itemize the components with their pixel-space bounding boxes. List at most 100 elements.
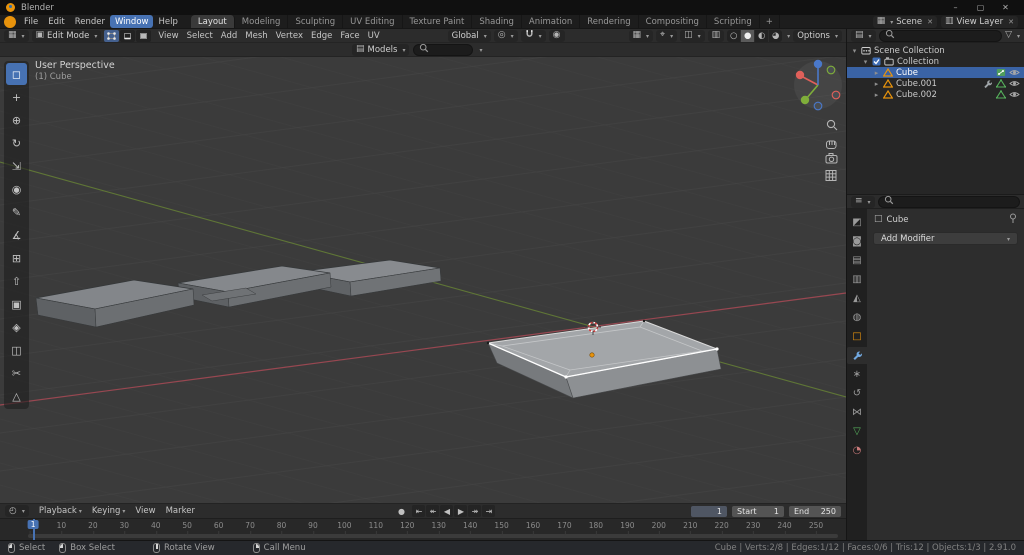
- orthographic-toggle-button[interactable]: [825, 170, 837, 181]
- menu-help[interactable]: Help: [153, 15, 182, 28]
- viewport-menu-edge[interactable]: Edge: [307, 31, 336, 41]
- properties-tab-tool[interactable]: ◩: [847, 214, 867, 231]
- editor-type-button-properties[interactable]: ≡: [851, 195, 875, 208]
- properties-tab-object-data[interactable]: ▽: [847, 423, 867, 440]
- properties-tab-object[interactable]: □: [847, 328, 867, 345]
- shading-solid[interactable]: ●: [741, 29, 755, 42]
- select-mode-face[interactable]: [136, 29, 152, 42]
- transport-jump-to-prev-keyframe[interactable]: ↞: [426, 505, 440, 517]
- shading-material[interactable]: ◐: [755, 29, 769, 42]
- unlink-scene-icon[interactable]: [925, 17, 933, 27]
- auto-keying-toggle[interactable]: ●: [395, 505, 407, 517]
- properties-tab-world[interactable]: ◍: [847, 309, 867, 326]
- properties-tab-constraints[interactable]: ⋈: [847, 404, 867, 421]
- expander-icon[interactable]: ▸: [873, 91, 880, 99]
- workspace-tab-animation[interactable]: Animation: [521, 15, 581, 28]
- viewport-menu-uv[interactable]: UV: [364, 31, 384, 41]
- editor-type-button-outliner[interactable]: ▤: [851, 29, 876, 42]
- properties-search-field[interactable]: [877, 195, 1020, 208]
- workspace-tab-texture-paint[interactable]: Texture Paint: [402, 15, 473, 28]
- maximize-button[interactable]: ▢: [968, 0, 993, 15]
- tool-inset-faces[interactable]: ▣: [6, 293, 27, 315]
- tool-poly-build[interactable]: △: [6, 385, 27, 407]
- editor-type-button-timeline[interactable]: ◴: [5, 505, 29, 517]
- select-mode-edge[interactable]: [120, 29, 136, 42]
- transport-play-reverse[interactable]: ◀: [440, 505, 454, 517]
- tool-measure[interactable]: ∡: [6, 224, 27, 246]
- transport-jump-to-end[interactable]: ⇥: [482, 505, 496, 517]
- viewport-menu-mesh[interactable]: Mesh: [241, 31, 271, 41]
- breadcrumb-object-name[interactable]: Cube: [887, 215, 909, 225]
- tool-loop-cut[interactable]: ◫: [6, 339, 27, 361]
- unlink-view-layer-icon[interactable]: [1006, 17, 1014, 27]
- workspace-tab-shading[interactable]: Shading: [472, 15, 522, 28]
- workspace-tab-modeling[interactable]: Modeling: [234, 15, 289, 28]
- outliner-row-scene-collection[interactable]: ▾ Scene Collection: [847, 45, 1024, 56]
- camera-view-button[interactable]: [825, 153, 838, 164]
- viewport-canvas[interactable]: [0, 57, 846, 503]
- expander-icon[interactable]: ▸: [873, 80, 880, 88]
- hide-toggle-eye-icon[interactable]: [1009, 79, 1020, 88]
- properties-tab-scene[interactable]: ◭: [847, 290, 867, 307]
- navigation-gizmo[interactable]: [794, 59, 842, 111]
- workspace-tab-compositing[interactable]: Compositing: [638, 15, 707, 28]
- menu-file[interactable]: File: [19, 15, 43, 28]
- tool-annotate[interactable]: ✎: [6, 201, 27, 223]
- transform-orientation-selector[interactable]: Global: [447, 29, 491, 42]
- properties-search-input[interactable]: [896, 196, 1014, 207]
- tool-knife[interactable]: ✂: [6, 362, 27, 384]
- timeline-menu-playback[interactable]: Playback: [34, 506, 87, 516]
- proportional-editing-toggle[interactable]: ◉: [548, 29, 565, 42]
- pin-icon[interactable]: [1009, 213, 1017, 227]
- select-mode-vertex[interactable]: [104, 29, 120, 42]
- pivot-point-selector[interactable]: ◎: [493, 29, 518, 42]
- mode-selector[interactable]: ▣ Edit Mode: [31, 29, 102, 42]
- viewport-3d[interactable]: ◻ + ⊕ ↻ ⇲ ◉ ✎ ∡ ⊞ ⇧ ▣ ◈ ◫ ✂ △ User Perspective (1) Cub…: [0, 57, 846, 503]
- add-workspace-button[interactable]: +: [759, 15, 780, 28]
- options-menu[interactable]: Options: [793, 29, 842, 42]
- timeline-menu-keying[interactable]: Keying: [87, 506, 131, 516]
- outliner-search-input[interactable]: [897, 30, 997, 41]
- timeline-menu-marker[interactable]: Marker: [161, 506, 200, 516]
- properties-tab-render[interactable]: ◙: [847, 233, 867, 250]
- view-layer-selector[interactable]: ▥ View Layer: [941, 15, 1018, 28]
- transport-play[interactable]: ▶: [454, 505, 468, 517]
- properties-tab-material[interactable]: ◔: [847, 442, 867, 459]
- xray-toggle[interactable]: ▥: [707, 29, 725, 42]
- tool-transform[interactable]: ◉: [6, 178, 27, 200]
- add-modifier-button[interactable]: Add Modifier: [873, 232, 1018, 245]
- outliner-search-field[interactable]: [878, 29, 1003, 42]
- tool-add-cube[interactable]: ⊞: [6, 247, 27, 269]
- tool-search-field[interactable]: [413, 43, 474, 56]
- outliner-row-collection[interactable]: ▾ Collection: [847, 56, 1024, 67]
- workspace-tab-scripting[interactable]: Scripting: [706, 15, 760, 28]
- outliner-row-cube-001[interactable]: ▸ Cube.001: [847, 78, 1024, 89]
- expander-icon[interactable]: ▸: [873, 69, 880, 77]
- scene-selector[interactable]: ▦ Scene: [872, 15, 938, 28]
- workspace-tab-rendering[interactable]: Rendering: [580, 15, 639, 28]
- tool-move[interactable]: ⊕: [6, 109, 27, 131]
- menu-render[interactable]: Render: [70, 15, 110, 28]
- mesh-object-cube-active[interactable]: [486, 319, 722, 399]
- tool-scale[interactable]: ⇲: [6, 155, 27, 177]
- end-frame-field[interactable]: End 250: [789, 505, 841, 517]
- snap-toggle[interactable]: [520, 29, 546, 42]
- timeline-scrollbar[interactable]: [28, 534, 838, 538]
- menu-edit[interactable]: Edit: [43, 15, 69, 28]
- pan-button[interactable]: [826, 140, 837, 149]
- playhead-frame-badge[interactable]: 1: [27, 520, 39, 529]
- current-frame-field[interactable]: 1: [691, 505, 727, 517]
- properties-tab-physics[interactable]: ↺: [847, 385, 867, 402]
- timeline-menu-view[interactable]: View: [130, 506, 160, 516]
- shading-rendered[interactable]: ◕: [769, 29, 783, 42]
- shading-options-chevron[interactable]: [785, 31, 790, 41]
- shading-wireframe[interactable]: ○: [727, 29, 741, 42]
- tool-rotate[interactable]: ↻: [6, 132, 27, 154]
- tool-select-box[interactable]: ◻: [6, 63, 27, 85]
- overlays-toggle[interactable]: ◫: [680, 29, 705, 42]
- properties-tab-view-layer[interactable]: ▥: [847, 271, 867, 288]
- mesh-object-cube-001[interactable]: [35, 265, 332, 328]
- menu-window[interactable]: Window: [109, 15, 154, 28]
- minimize-button[interactable]: –: [943, 0, 968, 15]
- tool-search-input[interactable]: [432, 44, 468, 55]
